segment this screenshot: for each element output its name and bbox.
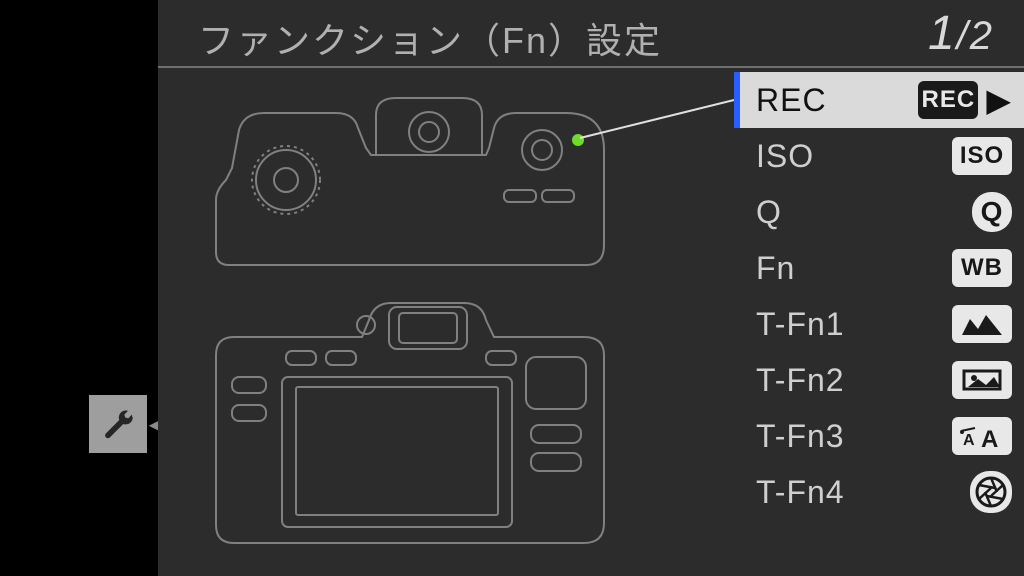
camera-top-outline [186,80,632,290]
fn-row-iso[interactable]: ISO ISO [734,128,1024,184]
aa-icon: A A [952,417,1012,455]
wrench-icon [101,407,135,441]
pager-current: 1 [928,7,957,60]
pager: 1/2 [928,6,994,61]
chevron-right-icon: ▶ [986,81,1012,119]
preview-icon [952,361,1012,399]
histogram-icon [952,305,1012,343]
fn-row-tfn1[interactable]: T-Fn1 [734,296,1024,352]
fn-badge: ISO [952,137,1012,175]
fn-label: T-Fn4 [756,474,845,511]
fn-row-rec[interactable]: REC REC ▶ [734,72,1024,128]
fn-row-q[interactable]: Q Q [734,184,1024,240]
header-divider [158,66,1024,68]
fn-badge: A A [952,417,1012,455]
fn-badge: Q [972,192,1012,232]
fn-label: REC [756,82,827,119]
fn-list: REC REC ▶ ISO ISO Q Q Fn WB T-Fn1 [734,72,1024,520]
fn-badge [952,305,1012,343]
fn-row-tfn2[interactable]: T-Fn2 [734,352,1024,408]
svg-text:A: A [981,426,999,451]
rec-icon: REC [922,86,976,114]
q-icon: Q [981,196,1004,228]
camera-diagram [186,80,632,560]
menu-screen: ファンクション（Fn）設定 1/2 [158,0,1024,576]
header: ファンクション（Fn）設定 1/2 [158,0,1024,66]
aperture-icon [970,471,1012,513]
fn-row-fn[interactable]: Fn WB [734,240,1024,296]
pager-total: /2 [957,14,994,58]
fn-row-tfn4[interactable]: T-Fn4 [734,464,1024,520]
fn-label: Q [756,194,782,231]
fn-row-tfn3[interactable]: T-Fn3 A A [734,408,1024,464]
fn-badge: WB [952,249,1012,287]
svg-text:A: A [963,432,976,449]
fn-label: T-Fn1 [756,306,845,343]
fn-badge: REC ▶ [918,81,1012,119]
iso-icon: ISO [960,142,1004,170]
wb-icon: WB [961,254,1003,282]
fn-label: ISO [756,138,814,175]
page-title: ファンクション（Fn）設定 [198,12,662,64]
fn-label: Fn [756,250,795,287]
settings-tab[interactable] [89,395,147,453]
camera-back-outline [186,285,632,565]
fn-label: T-Fn2 [756,362,845,399]
fn-badge [970,471,1012,513]
fn-badge [952,361,1012,399]
fn-label: T-Fn3 [756,418,845,455]
